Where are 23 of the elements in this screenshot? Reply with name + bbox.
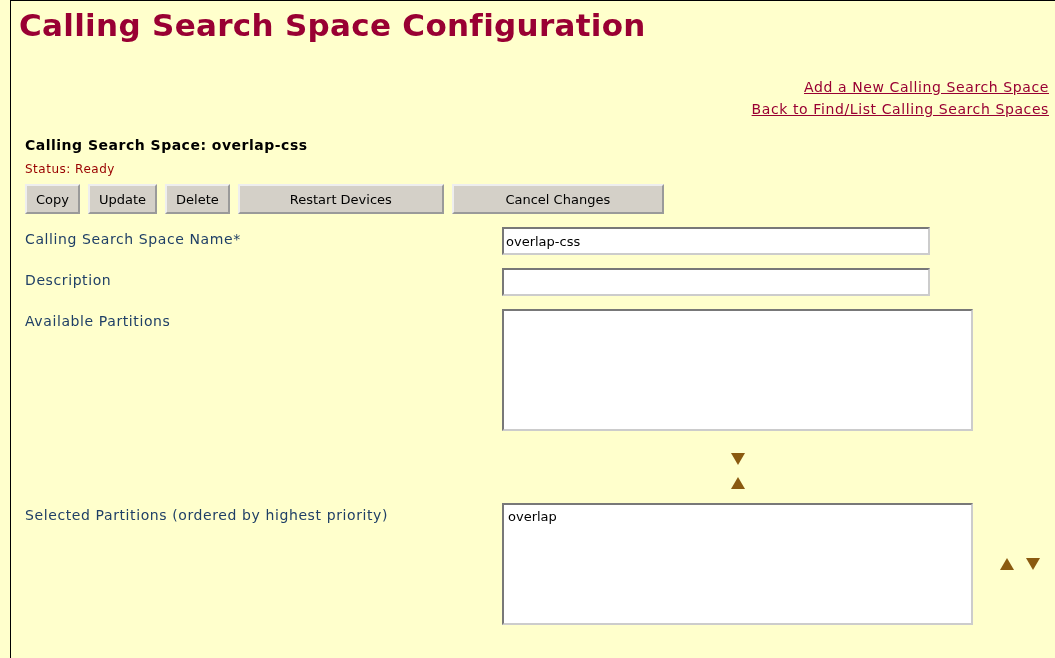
status-text: Status: Ready: [25, 162, 116, 176]
move-up-icon[interactable]: [999, 557, 1015, 571]
page-title: Calling Search Space Configuration: [19, 7, 647, 43]
list-box[interactable]: [502, 309, 973, 431]
page-link[interactable]: Add a New Calling Search Space: [804, 79, 1049, 95]
list-option[interactable]: overlap: [508, 509, 967, 524]
text-field[interactable]: [502, 268, 930, 296]
field-label: Available Partitions: [25, 312, 172, 331]
action-button[interactable]: Copy: [25, 184, 80, 214]
field-label: Calling Search Space Name*: [25, 230, 242, 249]
field-label: Description: [25, 271, 113, 290]
move-down-icon[interactable]: [1025, 557, 1041, 571]
move-up-icon[interactable]: [729, 476, 746, 490]
list-box[interactable]: overlap: [502, 503, 973, 625]
text-field[interactable]: overlap-css: [502, 227, 930, 255]
move-down-icon[interactable]: [729, 452, 746, 466]
action-button[interactable]: Delete: [165, 184, 230, 214]
action-button[interactable]: Cancel Changes: [451, 184, 664, 214]
action-button[interactable]: Update: [88, 184, 158, 214]
page-link[interactable]: Back to Find/List Calling Search Spaces: [751, 101, 1049, 117]
action-button[interactable]: Restart Devices: [237, 184, 444, 214]
field-label: Selected Partitions (ordered by highest priority): [25, 506, 390, 525]
record-heading: Calling Search Space: overlap-css: [25, 137, 309, 153]
